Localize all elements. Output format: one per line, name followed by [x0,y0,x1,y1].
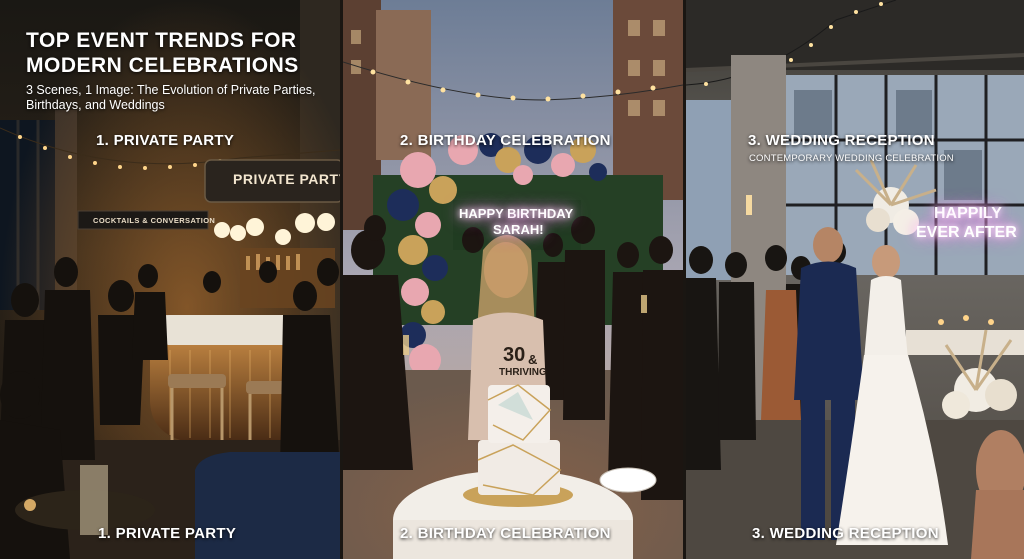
panel-birthday: 2. BIRTHDAY CELEBRATION HAPPY BIRTHDAY S… [343,0,683,559]
cocktail-sign: COCKTAILS & CONVERSATION [93,216,216,225]
cake-topper-ampersand: & [528,352,538,367]
page-title: TOP EVENT TRENDS FOR MODERN CELEBRATIONS [26,29,299,77]
panel-wedding: 3. WEDDING RECEPTION CONTEMPORARY WEDDIN… [686,0,1024,559]
private-party-label: 1. PRIVATE PARTY [96,132,235,149]
wedding-scene [686,0,1024,559]
wedding-footer-label: 3. WEDDING RECEPTION [752,525,939,542]
birthday-label: 2. BIRTHDAY CELEBRATION [400,132,611,149]
birthday-scene [343,0,683,559]
birthday-footer-label: 2. BIRTHDAY CELEBRATION [400,525,611,542]
page-subtitle: 3 Scenes, 1 Image: The Evolution of Priv… [26,83,316,112]
birthday-neon-line2: SARAH! [493,222,544,237]
wedding-neon-line1: HAPPILY [934,205,1002,222]
collage-canvas: TOP EVENT TRENDS FOR MODERN CELEBRATIONS… [0,0,1024,559]
birthday-neon-line1: HAPPY BIRTHDAY [459,206,574,221]
wedding-neon-line2: EVER AFTER [916,224,1017,241]
bar-sign: PRIVATE PARTY [233,171,340,187]
wedding-label: 3. WEDDING RECEPTION [748,132,935,149]
wedding-sublabel: CONTEMPORARY WEDDING CELEBRATION [749,153,954,164]
panel-private-party: TOP EVENT TRENDS FOR MODERN CELEBRATIONS… [0,0,340,559]
cake-topper-number: 30 [503,344,526,366]
cake-topper-word: THRIVING [499,367,547,378]
private-party-footer-label: 1. PRIVATE PARTY [98,525,237,542]
